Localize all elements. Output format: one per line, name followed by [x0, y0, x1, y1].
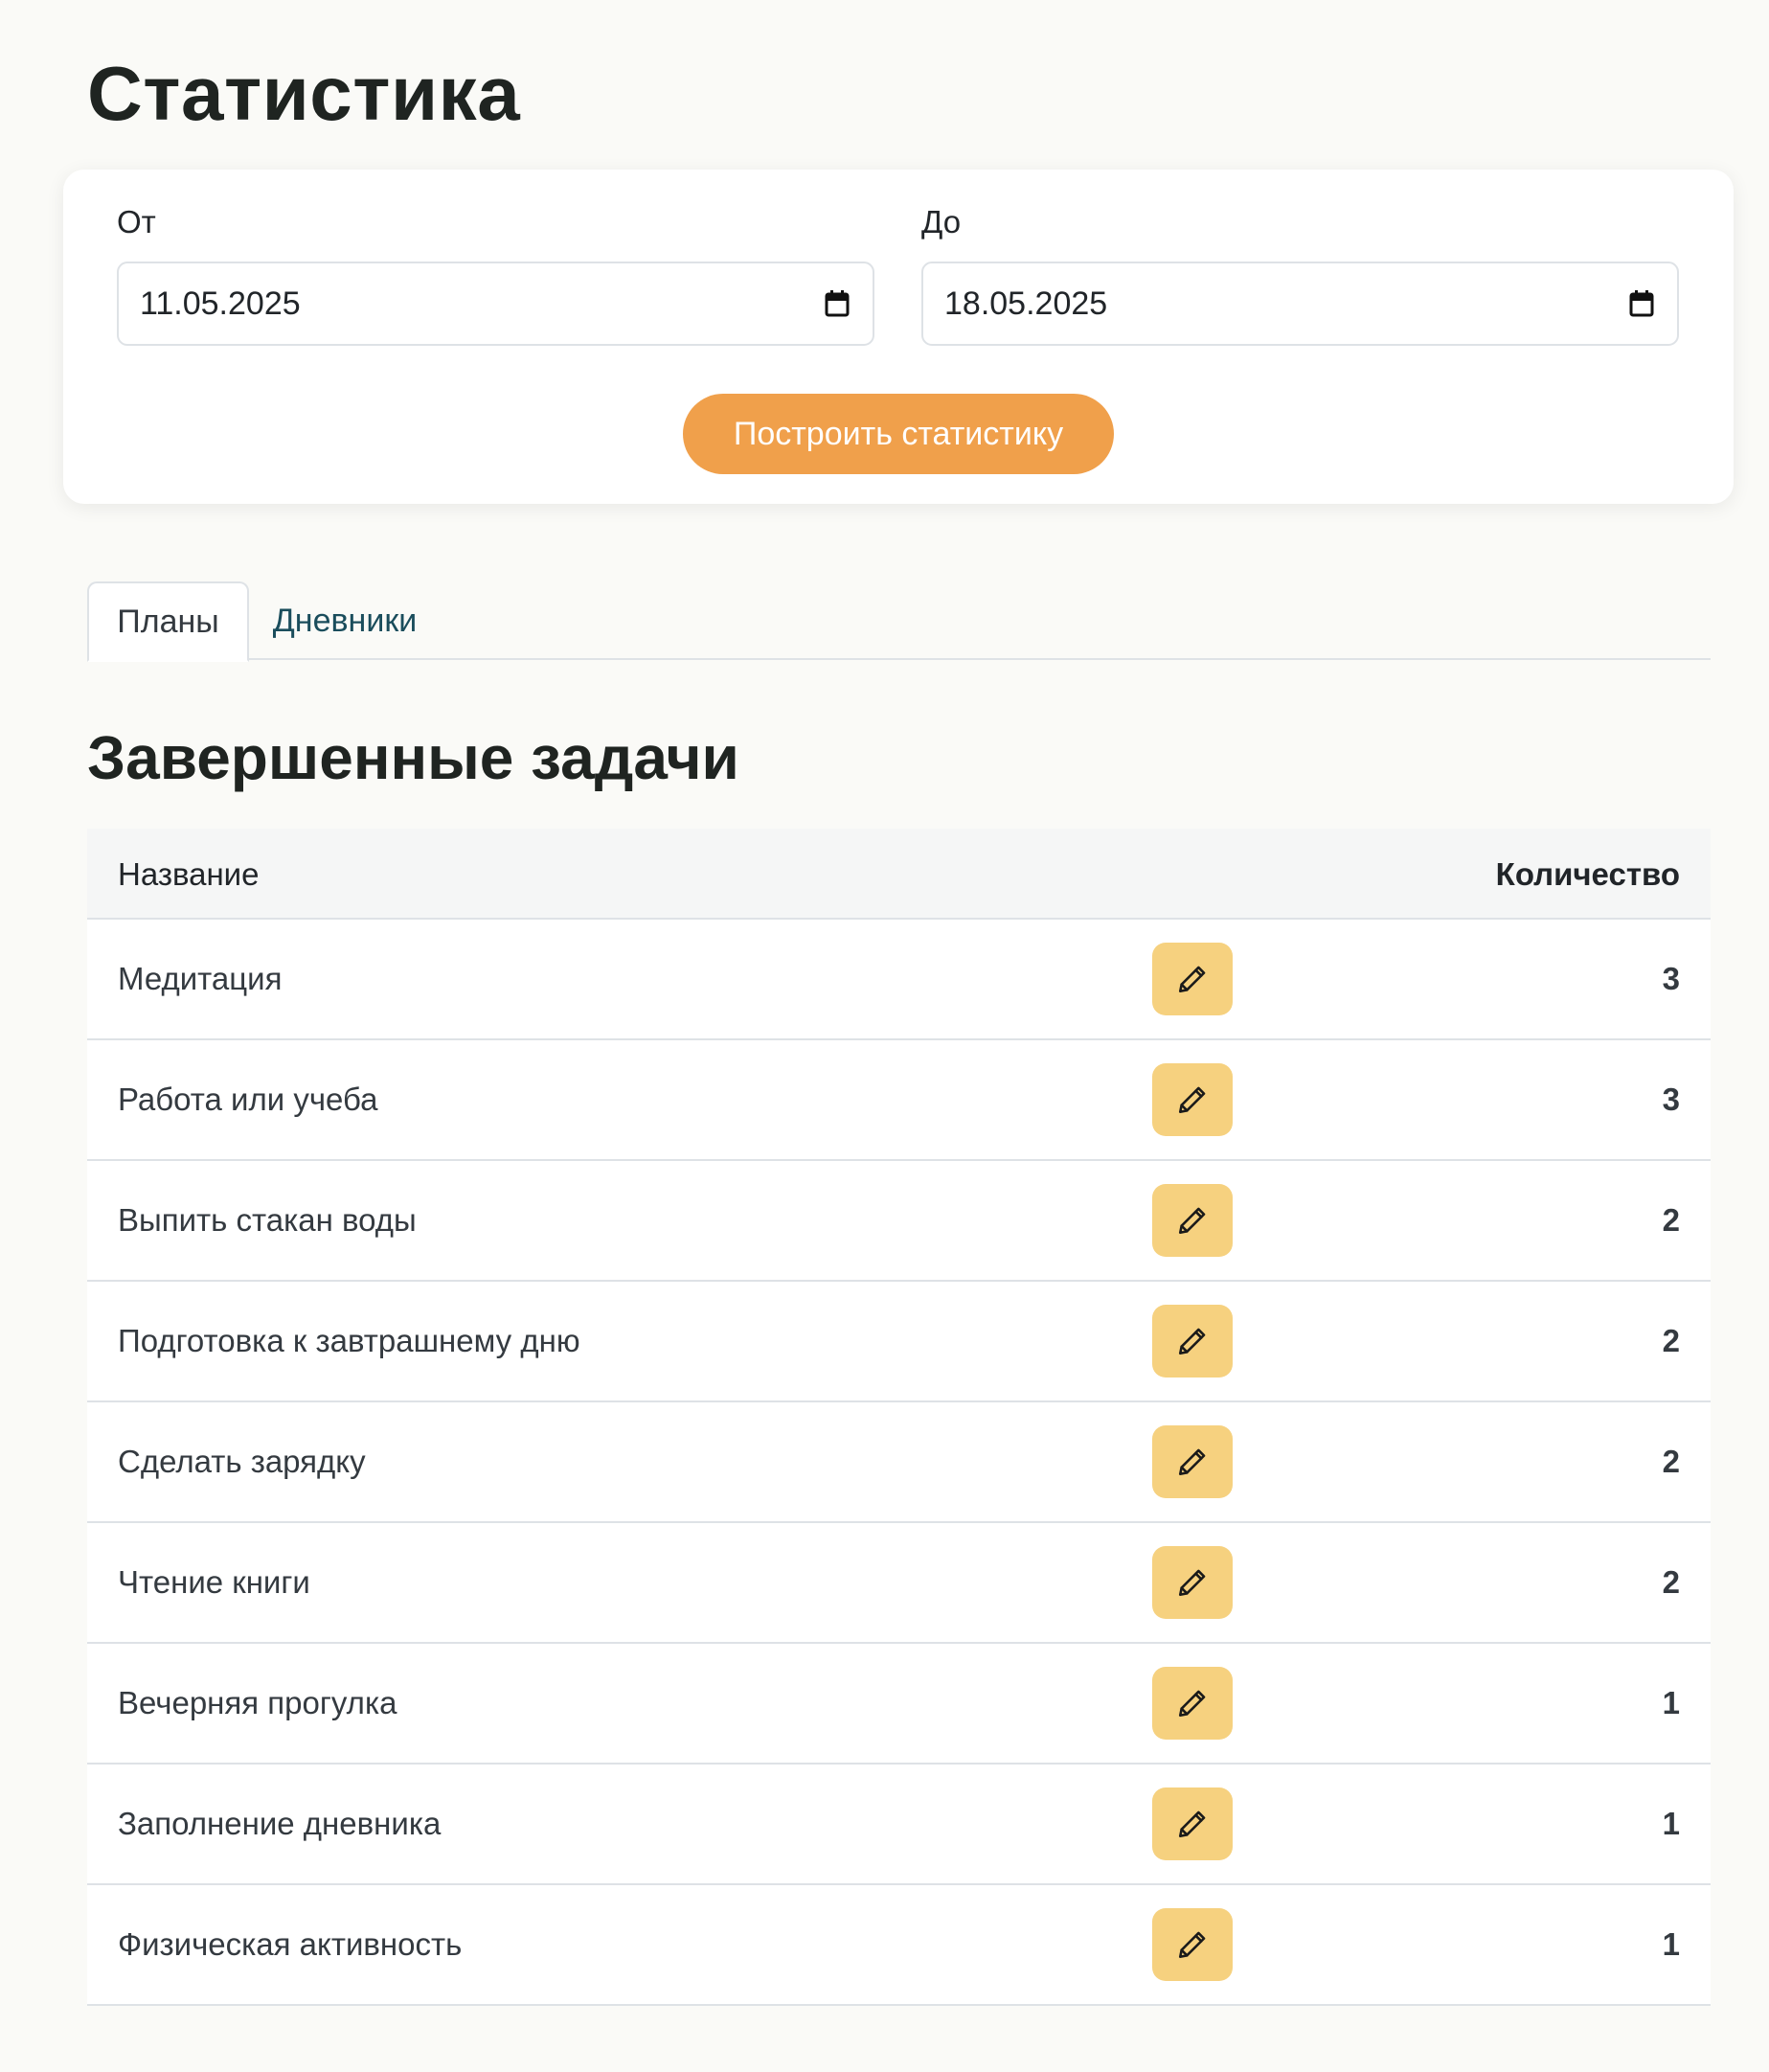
task-name: Сделать зарядку: [118, 1444, 366, 1479]
edit-button[interactable]: [1152, 1184, 1233, 1257]
task-count: 2: [1662, 1202, 1680, 1238]
calendar-icon[interactable]: [823, 289, 851, 318]
edit-button[interactable]: [1152, 1667, 1233, 1740]
tab-diaries[interactable]: Дневники: [249, 581, 441, 660]
task-count: 3: [1662, 961, 1680, 996]
edit-button[interactable]: [1152, 1063, 1233, 1136]
table-row: Подготовка к завтрашнему дню 2: [87, 1282, 1711, 1402]
pencil-icon: [1176, 1204, 1209, 1237]
task-count: 1: [1662, 1685, 1680, 1720]
task-count: 3: [1662, 1082, 1680, 1117]
table-row: Физическая активность 1: [87, 1885, 1711, 2006]
task-count: 2: [1662, 1564, 1680, 1600]
edit-button[interactable]: [1152, 1787, 1233, 1860]
task-count: 1: [1662, 1926, 1680, 1962]
tabs: Планы Дневники: [87, 581, 1711, 662]
pencil-icon: [1176, 1566, 1209, 1599]
task-name: Работа или учеба: [118, 1082, 378, 1117]
edit-button[interactable]: [1152, 1908, 1233, 1981]
task-count: 1: [1662, 1806, 1680, 1841]
table-row: Заполнение дневника 1: [87, 1765, 1711, 1885]
table-row: Чтение книги 2: [87, 1523, 1711, 1644]
pencil-icon: [1176, 1325, 1209, 1357]
pencil-icon: [1176, 1928, 1209, 1961]
task-name: Выпить стакан воды: [118, 1202, 417, 1238]
table-row: Вечерняя прогулка 1: [87, 1644, 1711, 1765]
table-row: Медитация 3: [87, 920, 1711, 1040]
pencil-icon: [1176, 1808, 1209, 1840]
task-name: Вечерняя прогулка: [118, 1685, 397, 1720]
to-label: До: [921, 204, 962, 239]
task-count: 2: [1662, 1444, 1680, 1479]
from-label: От: [117, 204, 156, 239]
pencil-icon: [1176, 1083, 1209, 1116]
task-name: Чтение книги: [118, 1564, 310, 1600]
edit-button[interactable]: [1152, 1546, 1233, 1619]
table-row: Выпить стакан воды 2: [87, 1161, 1711, 1282]
table-header: Название Количество: [87, 829, 1711, 920]
task-name: Физическая активность: [118, 1926, 463, 1962]
pencil-icon: [1176, 1446, 1209, 1478]
edit-button[interactable]: [1152, 1425, 1233, 1498]
pencil-icon: [1176, 963, 1209, 995]
task-name: Медитация: [118, 961, 283, 996]
to-date-value: 18.05.2025: [944, 285, 1108, 322]
column-header-name: Название: [118, 856, 260, 892]
column-header-count: Количество: [1495, 856, 1680, 892]
build-statistics-button[interactable]: Построить статистику: [683, 394, 1114, 474]
tab-plans[interactable]: Планы: [87, 581, 249, 662]
to-date-input[interactable]: 18.05.2025: [921, 262, 1679, 346]
pencil-icon: [1176, 1687, 1209, 1719]
from-date-value: 11.05.2025: [140, 285, 301, 322]
completed-tasks-table: Название Количество Медитация 3 Работа или…: [87, 829, 1711, 2006]
table-row: Сделать зарядку 2: [87, 1402, 1711, 1523]
table-row: Работа или учеба 3: [87, 1040, 1711, 1161]
edit-button[interactable]: [1152, 1305, 1233, 1378]
task-name: Подготовка к завтрашнему дню: [118, 1323, 580, 1358]
task-count: 2: [1662, 1323, 1680, 1358]
calendar-icon[interactable]: [1627, 289, 1656, 318]
section-title: Завершенные задачи: [87, 723, 739, 792]
from-date-input[interactable]: 11.05.2025: [117, 262, 874, 346]
edit-button[interactable]: [1152, 943, 1233, 1015]
task-name: Заполнение дневника: [118, 1806, 442, 1841]
page-title: Статистика: [87, 51, 521, 136]
